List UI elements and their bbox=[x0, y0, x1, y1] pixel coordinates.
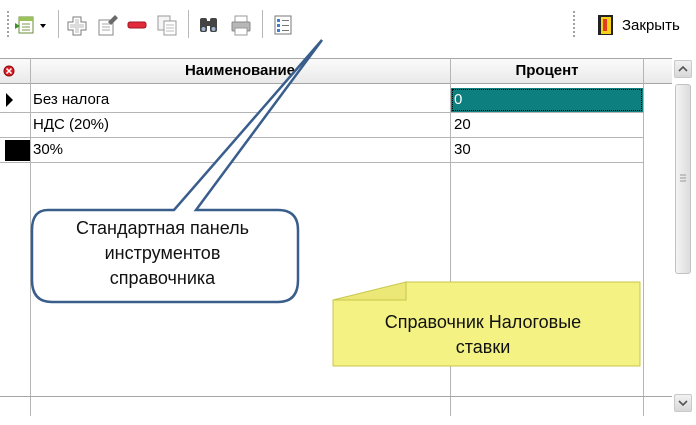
reference-note: Справочник Налоговые ставки bbox=[328, 282, 630, 366]
note-line: Справочник Налоговые bbox=[384, 312, 582, 332]
note-line: ставки bbox=[455, 337, 511, 357]
